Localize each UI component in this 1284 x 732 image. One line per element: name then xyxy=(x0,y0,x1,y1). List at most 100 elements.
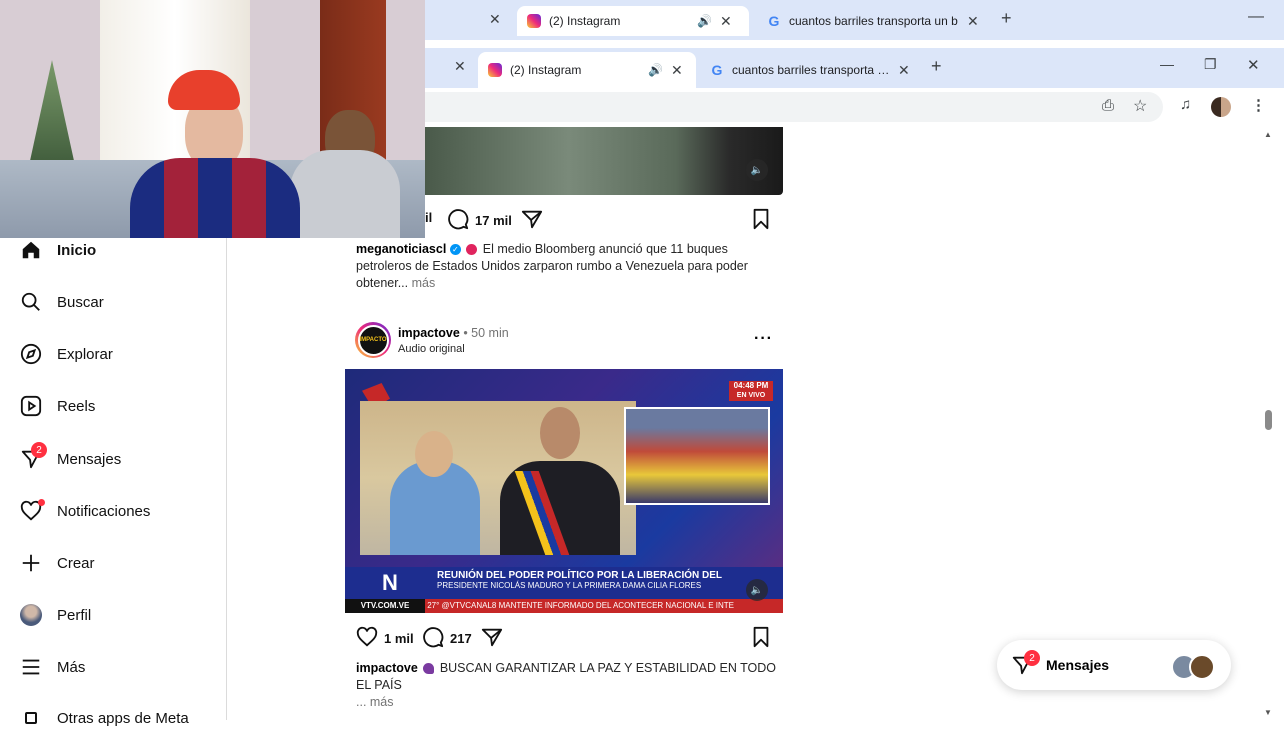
post1-comment-button[interactable]: 17 mil xyxy=(447,208,512,233)
sidebar-item-perfil[interactable]: Perfil xyxy=(18,601,91,629)
post2-avatar[interactable]: IMPACTO xyxy=(355,322,391,358)
caption-username[interactable]: meganoticiascl xyxy=(356,242,446,256)
close-icon[interactable]: ✕ xyxy=(454,58,466,75)
person-right xyxy=(285,110,400,238)
post1-video[interactable]: 🔈 xyxy=(425,127,783,195)
red-circle-icon xyxy=(466,244,478,256)
mensajes-badge: 2 xyxy=(31,442,47,458)
person-woman-head xyxy=(415,431,453,477)
inset-frame xyxy=(624,407,770,505)
search-icon xyxy=(18,289,44,315)
sidebar-item-label: Perfil xyxy=(57,606,92,624)
sidebar-item-mas[interactable]: Más xyxy=(18,653,85,681)
sidebar-item-label: Otras apps de Meta xyxy=(57,709,189,727)
more-link[interactable]: ... más xyxy=(356,694,776,711)
messages-pill-badge: 2 xyxy=(1024,650,1040,666)
share-icon[interactable] xyxy=(521,208,543,235)
sidebar-divider xyxy=(226,238,227,720)
tab-title: cuantos barriles transporta un b xyxy=(789,14,958,28)
post2-comment-button[interactable]: 217 xyxy=(422,626,472,651)
profile-avatar-icon[interactable] xyxy=(1211,97,1231,117)
sidebar-item-reels[interactable]: Reels xyxy=(18,392,95,420)
save-icon[interactable] xyxy=(751,208,771,235)
post2-video[interactable]: 04:48 PM EN VIVO N REUNIÓN DEL PODER POL… xyxy=(345,369,783,613)
tab-title: (2) Instagram xyxy=(510,63,582,77)
speaker-icon[interactable]: 🔊 xyxy=(697,14,712,28)
meta-icon xyxy=(18,705,44,731)
install-app-icon[interactable]: ⎙ xyxy=(1102,97,1114,114)
headline-box: REUNIÓN DEL PODER POLÍTICO POR LA LIBERA… xyxy=(435,567,783,599)
christmas-tree xyxy=(28,60,76,170)
address-bar[interactable] xyxy=(425,92,1163,122)
sidebar-item-inicio[interactable]: Inicio xyxy=(18,236,96,264)
page-scrollbar-down-icon[interactable]: ▼ xyxy=(1264,708,1272,717)
person-man-head xyxy=(540,407,580,459)
home-icon xyxy=(18,237,44,263)
close-icon[interactable]: ✕ xyxy=(671,62,683,79)
sidebar-item-otras-apps[interactable]: Otras apps de Meta xyxy=(18,704,189,732)
media-control-icon[interactable]: ♫ xyxy=(1180,96,1191,113)
mute-icon[interactable]: 🔈 xyxy=(746,159,768,181)
sidebar-item-label: Reels xyxy=(57,397,96,415)
page-scrollbar-thumb[interactable] xyxy=(1265,410,1272,430)
purple-emoji-icon xyxy=(423,663,435,675)
sidebar-item-label: Buscar xyxy=(57,293,104,311)
caption-username[interactable]: impactove xyxy=(356,661,418,675)
reels-icon xyxy=(18,393,44,419)
sidebar-item-mensajes[interactable]: 2 Mensajes xyxy=(18,442,121,473)
new-tab-icon[interactable]: + xyxy=(931,56,942,77)
avatar-text: IMPACTO xyxy=(359,337,387,343)
likes-count: il xyxy=(425,210,433,225)
webcam-overlay xyxy=(0,0,425,238)
post-username[interactable]: impactove xyxy=(398,326,460,340)
google-icon: G xyxy=(768,13,780,29)
restore-icon[interactable]: ❐ xyxy=(1204,56,1217,73)
save-icon[interactable] xyxy=(751,626,771,653)
speaker-icon[interactable]: 🔊 xyxy=(648,63,663,77)
close-icon[interactable]: ✕ xyxy=(489,11,501,28)
contact-avatar xyxy=(1189,654,1215,680)
bookmark-star-icon[interactable]: ☆ xyxy=(1133,96,1147,116)
sidebar-item-buscar[interactable]: Buscar xyxy=(18,288,104,316)
browser-menu-icon[interactable]: ⋮ xyxy=(1251,96,1266,114)
close-window-icon[interactable]: ✕ xyxy=(1247,56,1260,74)
caption-text: BUSCAN GARANTIZAR LA PAZ Y ESTABILIDAD E… xyxy=(356,661,777,692)
heart-icon xyxy=(18,498,45,524)
live-text: EN VIVO xyxy=(736,392,766,399)
avatar-icon xyxy=(18,602,44,628)
close-icon[interactable]: ✕ xyxy=(898,62,910,79)
mute-icon[interactable]: 🔈 xyxy=(746,579,768,601)
sidebar-item-label: Inicio xyxy=(57,241,97,259)
messages-pill[interactable]: 2 Mensajes xyxy=(997,640,1231,690)
outer-tab-instagram[interactable]: (2) Instagram 🔊 ✕ xyxy=(517,6,749,36)
heart-icon xyxy=(356,626,378,651)
inner-tab-instagram[interactable]: (2) Instagram 🔊 ✕ xyxy=(478,52,696,88)
menu-icon xyxy=(18,654,44,680)
minimize-icon[interactable]: — xyxy=(1160,56,1174,72)
video-time-badge: 04:48 PM EN VIVO xyxy=(729,381,773,401)
comment-count: 217 xyxy=(450,631,472,646)
minimize-icon[interactable]: — xyxy=(1248,8,1264,26)
sidebar-item-explorar[interactable]: Explorar xyxy=(18,340,113,368)
sidebar-item-crear[interactable]: Crear xyxy=(18,549,95,577)
close-icon[interactable]: ✕ xyxy=(967,13,979,30)
post1-likes[interactable]: il xyxy=(425,210,432,225)
sidebar-item-label: Crear xyxy=(57,554,95,572)
more-options-icon[interactable]: ··· xyxy=(754,330,773,348)
inner-tab-google[interactable]: G cuantos barriles transporta un b ✕ xyxy=(700,52,922,88)
ticker-bar: VTV.COM.VE 27° @VTVCANAL8 MANTENTE INFOR… xyxy=(345,599,783,613)
post1-caption: meganoticiascl ✓ El medio Bloomberg anun… xyxy=(356,241,776,292)
close-icon[interactable]: ✕ xyxy=(720,13,732,30)
ticker-text: 27° @VTVCANAL8 MANTENTE INFORMADO DEL AC… xyxy=(427,601,735,610)
outer-tab-google[interactable]: G cuantos barriles transporta un b ✕ xyxy=(757,6,989,36)
post2-audio[interactable]: Audio original xyxy=(398,343,465,355)
page-scrollbar-up-icon[interactable]: ▲ xyxy=(1264,130,1272,139)
messages-pill-label: Mensajes xyxy=(1046,657,1110,673)
new-tab-icon[interactable]: + xyxy=(1001,8,1012,29)
sidebar-item-label: Notificaciones xyxy=(57,502,151,520)
post2-like-button[interactable]: 1 mil xyxy=(356,626,414,651)
more-link[interactable]: más xyxy=(412,276,436,290)
video-subheadline: PRESIDENTE NICOLÁS MADURO Y LA PRIMERA D… xyxy=(437,581,702,590)
sidebar-item-notificaciones[interactable]: Notificaciones xyxy=(18,497,150,525)
share-icon[interactable] xyxy=(481,626,503,653)
